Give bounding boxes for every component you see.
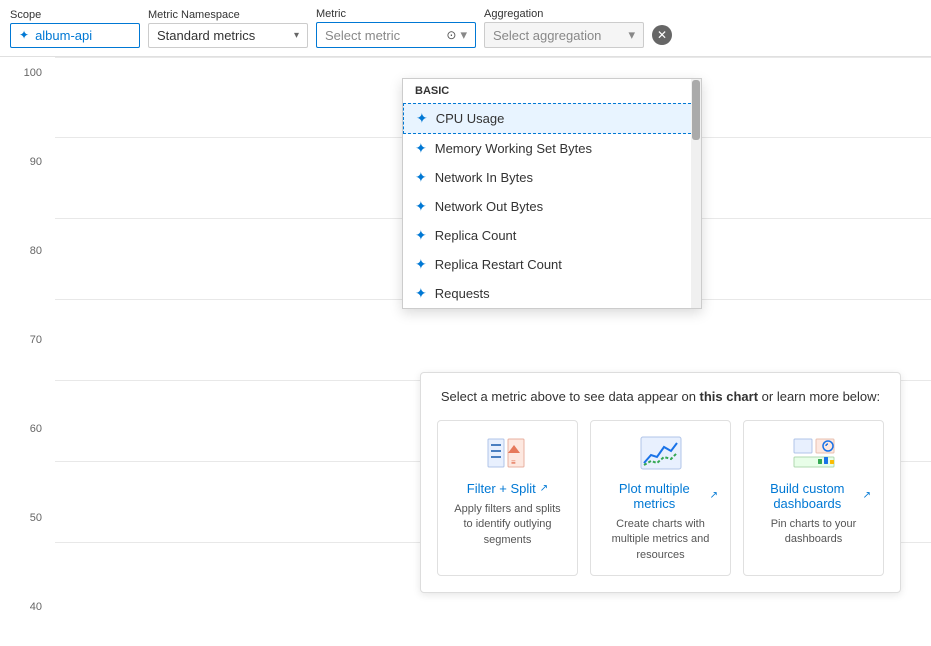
info-cards: ≡ Filter + Split ↗ Apply filters and spl… xyxy=(437,420,884,576)
metric-item-label: CPU Usage xyxy=(436,111,505,126)
chevron-down-icon: ▾ xyxy=(294,30,299,41)
aggregation-placeholder: Select aggregation xyxy=(493,28,601,43)
scope-input[interactable]: ✦ album-api xyxy=(10,23,140,48)
close-button[interactable]: ✕ xyxy=(652,25,672,45)
scope-group: Scope ✦ album-api xyxy=(10,9,140,48)
plot-multiple-title: Plot multiple metrics ↗ xyxy=(603,481,718,511)
scope-icon: ✦ xyxy=(19,28,29,42)
metric-item-icon: ✦ xyxy=(415,169,427,186)
metric-namespace-label: Metric Namespace xyxy=(148,9,308,21)
metric-item-icon: ✦ xyxy=(415,285,427,302)
metric-item-label: Network Out Bytes xyxy=(435,199,543,214)
metric-item-label: Replica Restart Count xyxy=(435,257,562,272)
y-label-100: 100 xyxy=(5,67,50,79)
info-title: Select a metric above to see data appear… xyxy=(437,389,884,404)
aggregation-label: Aggregation xyxy=(484,8,644,20)
metric-item-label: Replica Count xyxy=(435,228,517,243)
metric-item-icon: ✦ xyxy=(415,198,427,215)
metric-group: Metric Select metric ⊙ ▾ xyxy=(316,8,476,48)
scrollbar-thumb xyxy=(692,80,700,140)
plot-multiple-card[interactable]: Plot multiple metrics ↗ Create charts wi… xyxy=(590,420,731,576)
external-link-icon: ↗ xyxy=(540,483,548,494)
aggregation-group: Aggregation Select aggregation ▾ xyxy=(484,8,644,48)
metric-namespace-group: Metric Namespace Standard metrics ▾ xyxy=(148,9,308,48)
filter-split-icon: ≡ xyxy=(450,433,565,473)
y-label-90: 90 xyxy=(5,156,50,168)
list-item[interactable]: ✦ Replica Restart Count xyxy=(403,250,701,279)
metric-label: Metric xyxy=(316,8,476,20)
main-container: Scope ✦ album-api Metric Namespace Stand… xyxy=(0,0,931,646)
svg-text:≡: ≡ xyxy=(511,458,516,467)
list-item[interactable]: ✦ Replica Count xyxy=(403,221,701,250)
list-item[interactable]: ✦ CPU Usage xyxy=(403,103,701,134)
list-item[interactable]: ✦ Requests xyxy=(403,279,701,308)
external-link-icon: ↗ xyxy=(863,490,871,501)
metric-dropdown-menu: BASIC ✦ CPU Usage ✦ Memory Working Set B… xyxy=(402,78,702,309)
scope-label: Scope xyxy=(10,9,140,21)
metric-item-label: Memory Working Set Bytes xyxy=(435,141,592,156)
filter-split-title: Filter + Split ↗ xyxy=(450,481,565,496)
metric-namespace-dropdown[interactable]: Standard metrics ▾ xyxy=(148,23,308,48)
metric-item-label: Network In Bytes xyxy=(435,170,533,185)
y-label-60: 60 xyxy=(5,423,50,435)
metric-dropdown[interactable]: Select metric ⊙ ▾ xyxy=(316,22,476,48)
metric-item-icon: ✦ xyxy=(415,227,427,244)
external-link-icon: ↗ xyxy=(710,490,718,501)
list-item[interactable]: ✦ Memory Working Set Bytes xyxy=(403,134,701,163)
aggregation-dropdown[interactable]: Select aggregation ▾ xyxy=(484,22,644,48)
list-item[interactable]: ✦ Network Out Bytes xyxy=(403,192,701,221)
metric-namespace-value: Standard metrics xyxy=(157,28,255,43)
chart-icon xyxy=(603,433,718,473)
filter-split-desc: Apply filters and splits to identify out… xyxy=(450,502,565,548)
y-label-50: 50 xyxy=(5,512,50,524)
metric-placeholder: Select metric xyxy=(325,28,400,43)
custom-dashboards-card[interactable]: Build custom dashboards ↗ Pin charts to … xyxy=(743,420,884,576)
metric-item-icon: ✦ xyxy=(416,110,428,127)
custom-dashboards-desc: Pin charts to your dashboards xyxy=(756,517,871,548)
custom-dashboards-title: Build custom dashboards ↗ xyxy=(756,481,871,511)
list-item[interactable]: ✦ Network In Bytes xyxy=(403,163,701,192)
filter-split-card[interactable]: ≡ Filter + Split ↗ Apply filters and spl… xyxy=(437,420,578,576)
info-box: Select a metric above to see data appear… xyxy=(420,372,901,593)
y-label-80: 80 xyxy=(5,245,50,257)
metric-item-icon: ✦ xyxy=(415,140,427,157)
metric-item-icon: ✦ xyxy=(415,256,427,273)
y-label-40: 40 xyxy=(5,601,50,613)
y-label-70: 70 xyxy=(5,334,50,346)
metric-chevron-icon: ▾ xyxy=(460,27,467,43)
scope-value: album-api xyxy=(35,28,92,43)
y-axis: 100 90 80 70 60 50 40 xyxy=(0,57,55,623)
toolbar: Scope ✦ album-api Metric Namespace Stand… xyxy=(0,0,931,57)
aggregation-chevron-icon: ▾ xyxy=(628,27,635,43)
dropdown-scrollbar[interactable] xyxy=(691,79,701,308)
dropdown-section-basic: BASIC xyxy=(403,79,701,103)
dashboard-icon xyxy=(756,433,871,473)
metric-search-icon: ⊙ xyxy=(446,28,456,42)
grid-line xyxy=(55,57,931,58)
info-title-bold: this chart xyxy=(700,389,759,404)
plot-multiple-desc: Create charts with multiple metrics and … xyxy=(603,517,718,563)
metric-item-label: Requests xyxy=(435,286,490,301)
